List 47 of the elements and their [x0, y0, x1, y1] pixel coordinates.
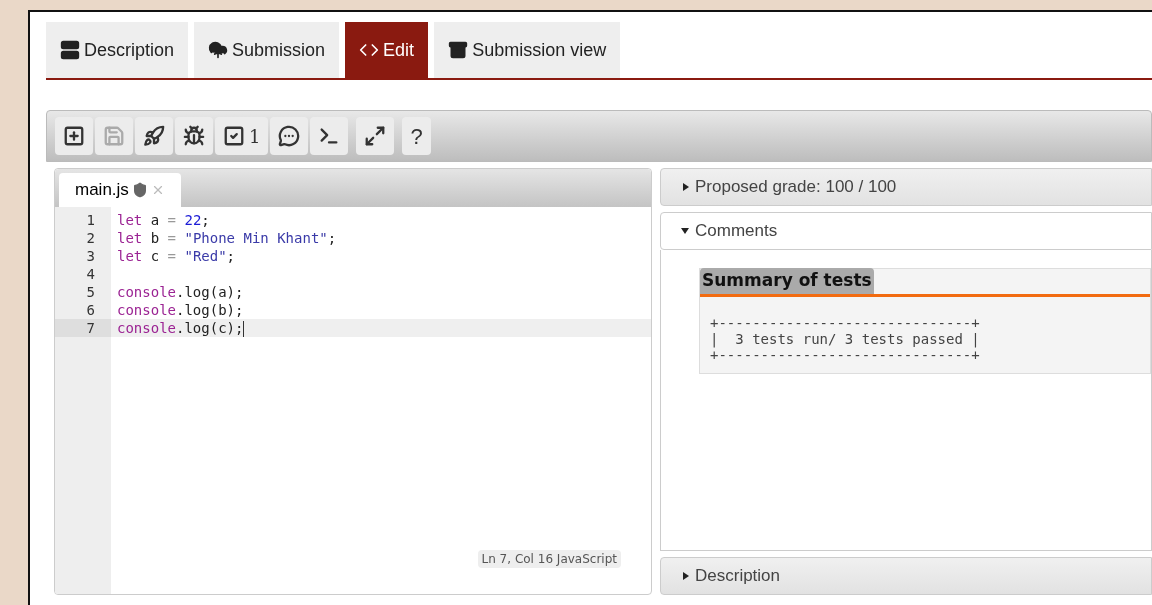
toolbar-button[interactable]: 1: [215, 117, 269, 155]
archive-icon: [448, 40, 469, 60]
checkbox-icon: [223, 125, 245, 147]
code-line: console.log(a);: [117, 284, 244, 300]
section-header[interactable]: Proposed grade: 100 / 100: [660, 168, 1152, 206]
section-header[interactable]: Comments: [660, 212, 1152, 250]
line-number: 3: [86, 248, 95, 264]
shield-icon: [131, 182, 148, 198]
save-icon: [103, 125, 125, 147]
tab[interactable]: Submission view: [434, 22, 621, 78]
test-report: +------------------------------+ | 3 tests run/ 3 tests passed | +------------------------------+: [709, 313, 981, 363]
status-indicator: Ln 7, Col 16 JavaScript: [477, 550, 621, 568]
speech-bubble-icon: [278, 125, 301, 147]
toolbar-button[interactable]: [310, 117, 349, 155]
line-number: 1: [86, 212, 95, 228]
cloud-upload-icon: [208, 40, 229, 60]
rocket-icon: [143, 125, 165, 147]
caret-down-icon: [681, 228, 689, 234]
code-line: console.log(c);: [117, 320, 244, 336]
toolbar-button[interactable]: [135, 117, 173, 155]
code-line: let a = 22;: [117, 212, 210, 228]
add-file-icon: [63, 125, 85, 147]
code-line: console.log(b);: [117, 302, 244, 318]
report-heading: Summary of tests: [700, 268, 874, 294]
toolbar-button[interactable]: ?: [402, 117, 431, 155]
toolbar-button[interactable]: [270, 117, 309, 155]
toolbar-button[interactable]: [55, 117, 93, 155]
line-number: 6: [86, 302, 95, 318]
code-line: let b = "Phone Min Khant";: [117, 230, 337, 246]
file-tab[interactable]: main.js: [59, 173, 181, 207]
caret-right-icon: [683, 183, 689, 191]
toolbar-button[interactable]: [356, 117, 395, 155]
tab[interactable]: Submission: [194, 22, 340, 78]
line-number: 2: [86, 230, 95, 246]
file-name: main.js: [75, 179, 129, 202]
line-number: 7: [86, 320, 95, 336]
server-icon: [60, 40, 80, 60]
section-header[interactable]: Description: [660, 557, 1152, 595]
toolbar-button[interactable]: [175, 117, 213, 155]
tab[interactable]: Description: [46, 22, 189, 78]
code-line: let c = "Red";: [117, 248, 236, 264]
tab[interactable]: Edit: [345, 22, 429, 78]
expand-icon: [364, 125, 387, 147]
line-number: 4: [86, 266, 95, 282]
line-number: 5: [86, 284, 95, 300]
bug-icon: [183, 125, 205, 147]
caret-right-icon: [683, 572, 689, 580]
